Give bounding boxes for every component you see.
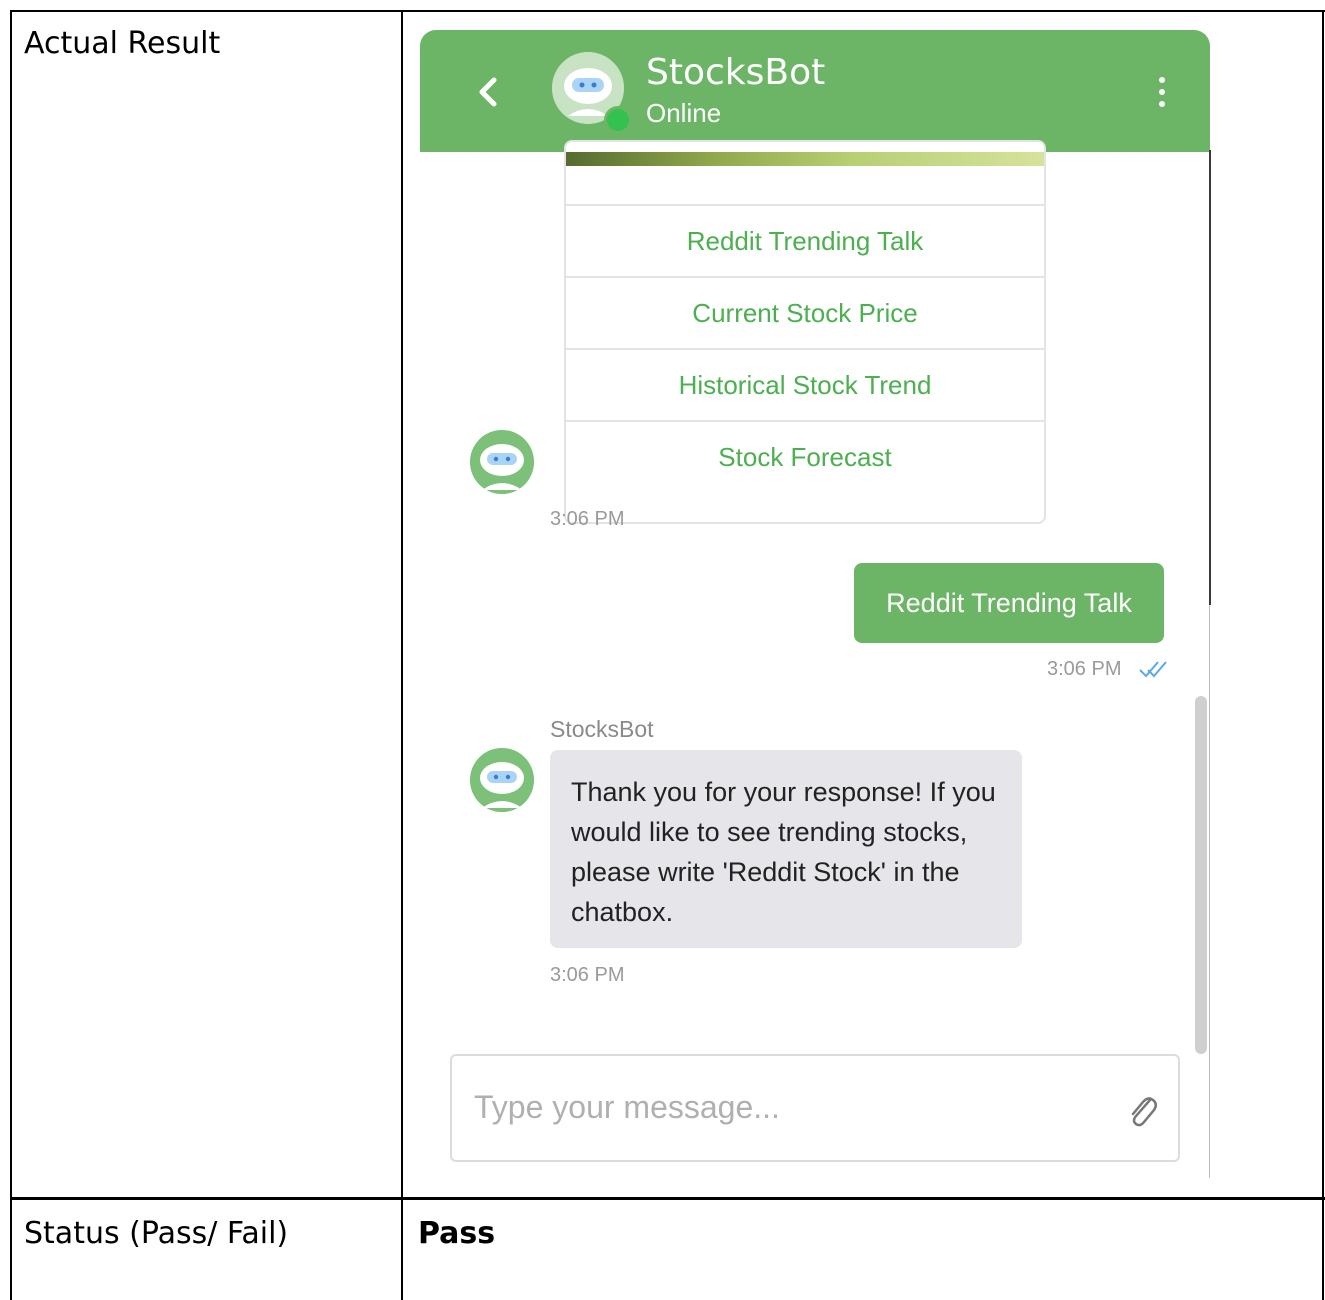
online-status-dot [604, 106, 632, 134]
table-column-divider [401, 10, 403, 1300]
kebab-menu-icon[interactable] [1158, 76, 1166, 108]
bot-avatar [470, 430, 534, 494]
row-label-actual-result: Actual Result [24, 26, 221, 61]
bot-message-bubble: Thank you for your response! If you woul… [550, 750, 1022, 948]
bot-sender-label: StocksBot [550, 716, 654, 742]
robot-icon [470, 748, 534, 812]
table-border-left [10, 10, 12, 1300]
table-border-top [10, 10, 1325, 12]
chat-window: StocksBot Online Reddit Trending Talk Cu… [420, 30, 1210, 1178]
chevron-left-icon[interactable] [472, 72, 502, 112]
chat-header: StocksBot Online [420, 30, 1210, 152]
bot-message-text: Thank you for your response! If you woul… [571, 777, 996, 927]
user-message-timestamp: 3:06 PM [1047, 658, 1122, 680]
chat-frame-edge [1209, 605, 1210, 1178]
option-stock-forecast[interactable]: Stock Forecast [566, 420, 1044, 492]
option-reddit-trending-talk[interactable]: Reddit Trending Talk [566, 204, 1044, 276]
option-current-stock-price[interactable]: Current Stock Price [566, 276, 1044, 348]
options-card: Reddit Trending Talk Current Stock Price… [564, 140, 1046, 524]
bot-name: StocksBot [646, 52, 826, 93]
table-border-right [1322, 10, 1324, 1300]
user-message-bubble: Reddit Trending Talk [854, 563, 1164, 643]
option-historical-stock-trend[interactable]: Historical Stock Trend [566, 348, 1044, 420]
double-check-icon [1139, 661, 1167, 678]
options-timestamp: 3:06 PM [550, 508, 625, 530]
row-label-status: Status (Pass/ Fail) [24, 1216, 289, 1251]
message-input-container [450, 1054, 1180, 1162]
message-input[interactable] [472, 1078, 1096, 1136]
paperclip-icon[interactable] [1124, 1090, 1160, 1130]
bot-status: Online [646, 98, 722, 128]
bot-message-timestamp: 3:06 PM [550, 964, 625, 986]
chat-frame-edge [1209, 150, 1211, 605]
status-value: Pass [418, 1216, 496, 1251]
robot-icon [470, 430, 534, 494]
table-row-divider [10, 1197, 1325, 1200]
bot-avatar [470, 748, 534, 812]
card-image [566, 152, 1044, 166]
chat-scrollbar[interactable] [1195, 696, 1207, 1054]
